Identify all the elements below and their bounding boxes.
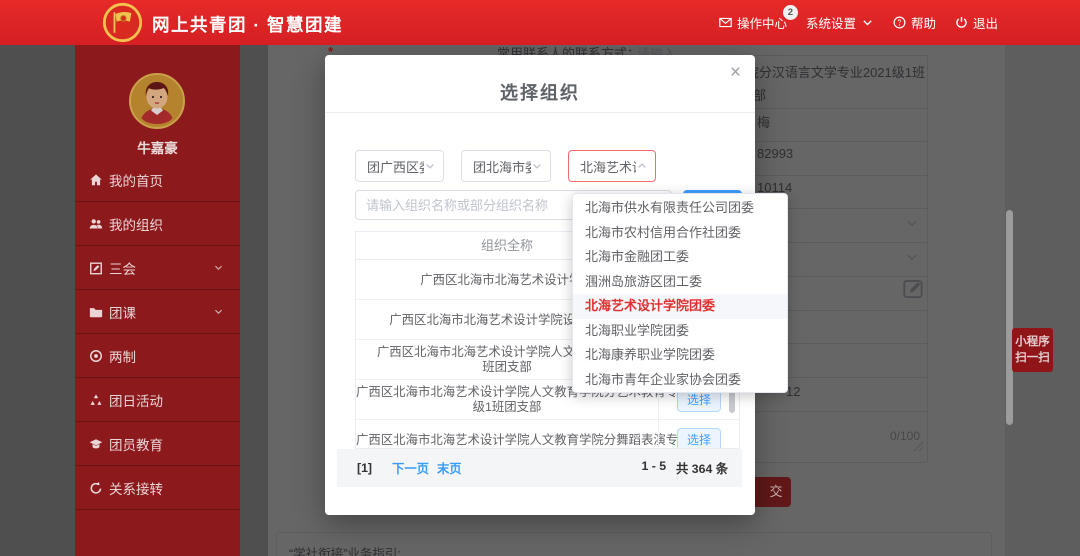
header-item-help[interactable]: 帮助	[893, 13, 936, 32]
header-item-logout[interactable]: 退出	[955, 13, 998, 32]
next-page-link[interactable]: 下一页	[392, 459, 429, 477]
sidebar-item-member-education[interactable]: 团员教育	[75, 422, 240, 466]
phone-value: 82993	[757, 146, 793, 161]
sidebar-item-relation-transfer[interactable]: 关系接转	[75, 466, 240, 510]
badge-line1: 小程序	[1012, 334, 1053, 350]
dropdown-option[interactable]: 北海康养职业学院团委	[573, 343, 787, 368]
edit-icon[interactable]	[902, 277, 925, 300]
divider	[325, 112, 755, 113]
sidebar: 牛嘉豪 我的首页 我的组织 三会 团课 两制	[75, 45, 240, 556]
edit-square-icon	[89, 261, 103, 275]
guide-box: “学社衔接”业务指引:	[276, 532, 992, 556]
form-column-border	[927, 55, 928, 462]
dropdown-option[interactable]: 北海市金融团工委	[573, 245, 787, 270]
recycle-icon	[89, 393, 103, 407]
time-value: 12	[786, 384, 800, 399]
chevron-down-icon[interactable]	[905, 250, 919, 264]
page-scrollbar[interactable]	[1006, 210, 1013, 425]
sidebar-item-home[interactable]: 我的首页	[75, 158, 240, 202]
province-select[interactable]: 团广西区委	[355, 150, 444, 182]
chevron-up-icon	[636, 160, 648, 172]
screen: * 常用联系人的联系方式： 请输入 教育学院分汉语言文学专业2021级1班 团支…	[0, 0, 1080, 556]
chevron-down-icon	[424, 160, 436, 172]
chevron-down-icon[interactable]	[905, 216, 919, 230]
textarea-resize-handle[interactable]	[913, 441, 923, 451]
miniprogram-scan-badge[interactable]: 小程序 扫一扫	[1012, 328, 1053, 372]
header-menu: 操作中心 2 系统设置 帮助 退出	[719, 0, 998, 45]
target-icon	[89, 349, 103, 363]
chevron-down-icon	[861, 16, 874, 29]
contact-name-value: 梅	[757, 112, 770, 131]
char-counter: 0/100	[860, 429, 920, 443]
sidebar-item-meetings[interactable]: 三会	[75, 246, 240, 290]
chevron-down-icon	[213, 306, 224, 317]
sidebar-item-league-class[interactable]: 团课	[75, 290, 240, 334]
envelope-icon	[719, 16, 732, 29]
dialog-title: 选择组织	[325, 79, 755, 105]
dropdown-option[interactable]: 北海市农村信用合作社团委	[573, 221, 787, 246]
sidebar-item-two-systems[interactable]: 两制	[75, 334, 240, 378]
pagination-summary: 1 - 5 共 364 条	[641, 459, 728, 477]
power-icon	[955, 16, 968, 29]
avatar[interactable]	[129, 73, 185, 129]
table-row: 广西区北海市北海艺术设计学院人文教育学院分舞蹈表演专业2021 选择	[356, 420, 739, 449]
question-icon	[893, 16, 906, 29]
organization-dropdown: 北海市供水有限责任公司团委 北海市农村信用合作社团委 北海市金融团工委 涠洲岛旅…	[572, 193, 788, 393]
app-title: 网上共青团 · 智慧团建	[152, 12, 343, 37]
current-page[interactable]: [1]	[357, 461, 372, 475]
top-header: 网上共青团 · 智慧团建 操作中心 2 系统设置 帮助 退出	[0, 0, 1080, 45]
select-row-button[interactable]: 选择	[677, 428, 721, 449]
dropdown-option[interactable]: 北海市供水有限责任公司团委	[573, 196, 787, 221]
sidebar-item-my-org[interactable]: 我的组织	[75, 202, 240, 246]
refresh-icon	[89, 481, 103, 495]
dropdown-option[interactable]: 涠洲岛旅游区团工委	[573, 270, 787, 295]
dropdown-option[interactable]: 北海职业学院团委	[573, 319, 787, 344]
home-icon	[89, 173, 103, 187]
last-page-link[interactable]: 末页	[437, 459, 462, 477]
chevron-down-icon	[531, 160, 543, 172]
city-select[interactable]: 团北海市委	[461, 150, 551, 182]
notification-badge: 2	[783, 5, 798, 20]
header-item-operation-center[interactable]: 操作中心 2	[719, 13, 787, 32]
header-item-system-settings[interactable]: 系统设置	[806, 13, 874, 32]
graduation-cap-icon	[89, 437, 103, 451]
folder-icon	[89, 305, 103, 319]
guide-title: “学社衔接”业务指引:	[289, 543, 401, 556]
sidebar-item-league-day[interactable]: 团日活动	[75, 378, 240, 422]
dropdown-option[interactable]: 北海市青年企业家协会团委	[573, 368, 787, 393]
pagination-bar: [1] 下一页 末页 1 - 5 共 364 条	[337, 449, 742, 487]
dropdown-option-selected[interactable]: 北海艺术设计学院团委	[573, 294, 787, 319]
organization-select[interactable]: 北海艺术设计	[568, 150, 656, 182]
badge-line2: 扫一扫	[1012, 350, 1053, 366]
league-emblem-logo	[102, 2, 143, 48]
page-gutter-right	[1005, 45, 1080, 556]
users-icon	[89, 217, 103, 231]
chevron-down-icon	[213, 262, 224, 273]
sidebar-menu: 我的首页 我的组织 三会 团课 两制 团日活动	[75, 158, 240, 510]
username: 牛嘉豪	[75, 137, 240, 157]
